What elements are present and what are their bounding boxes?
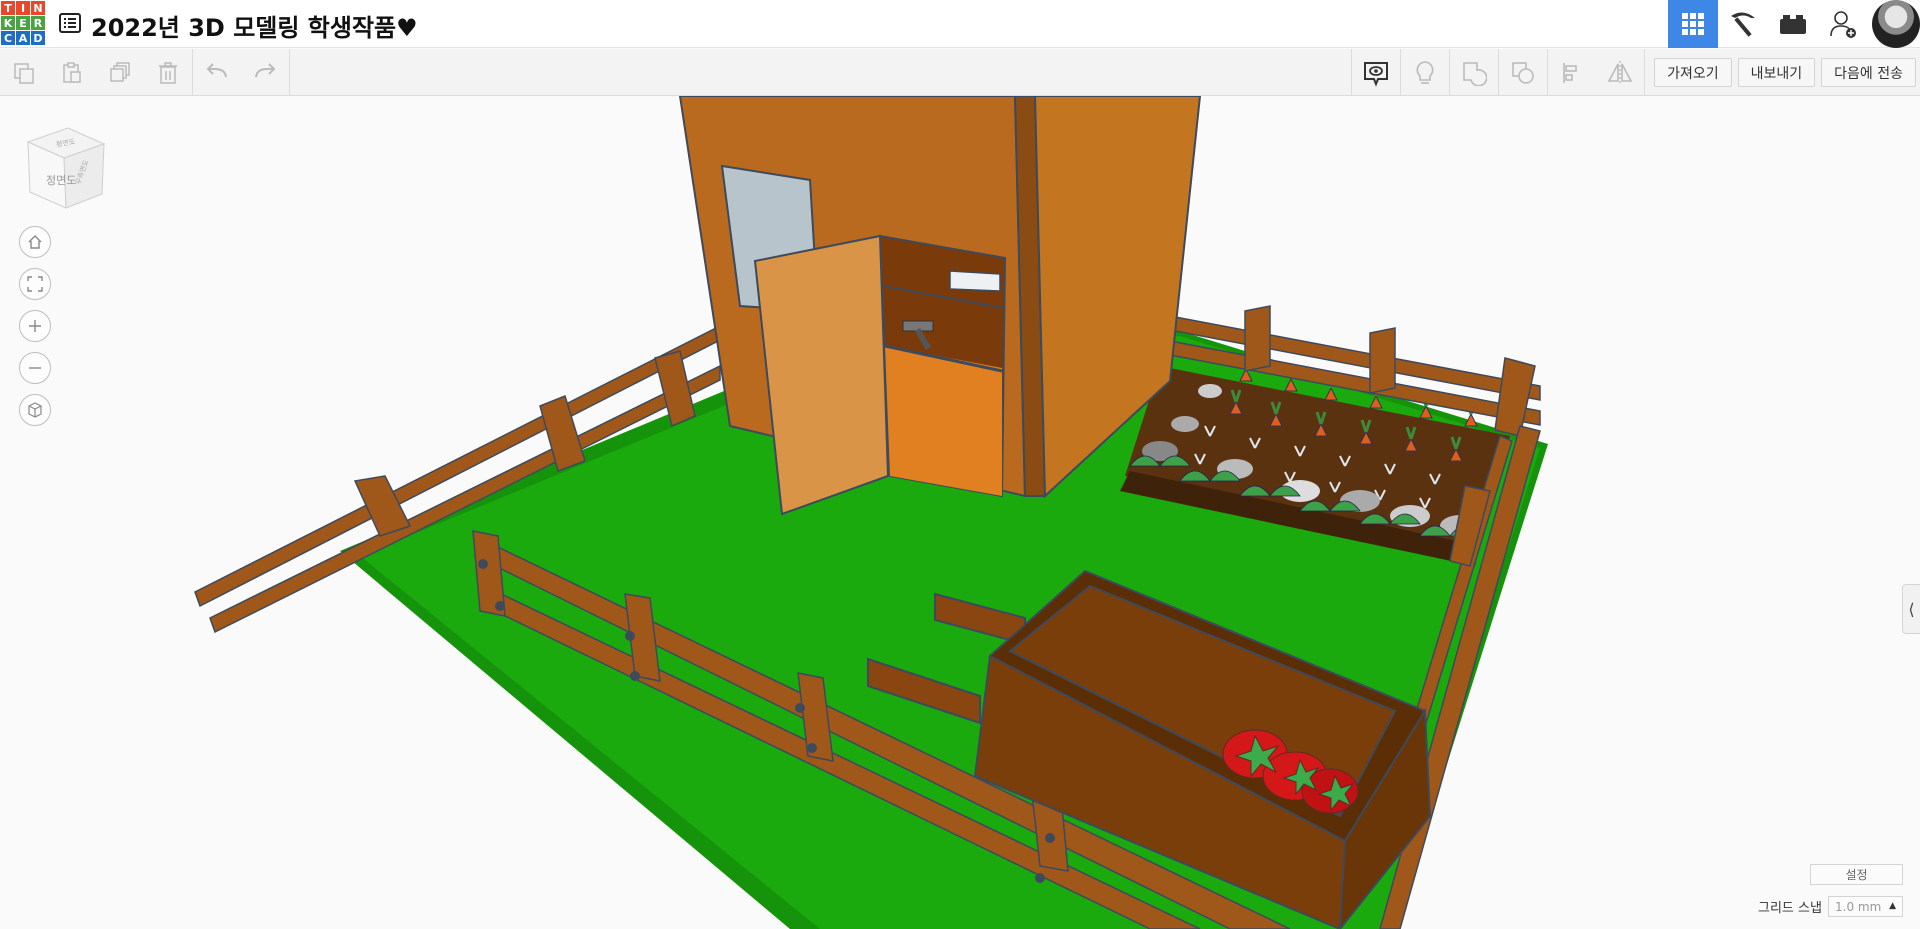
copy-button[interactable] (0, 49, 48, 96)
paste-icon (63, 61, 81, 83)
logo-letter: A (16, 31, 30, 45)
view-cube-front-label: 정면도 (46, 174, 76, 187)
pickaxe-icon (1731, 12, 1755, 37)
zoom-out-button[interactable] (19, 352, 51, 384)
perspective-button[interactable] (19, 394, 51, 426)
chevron-left-icon: ⟨ (1908, 599, 1915, 619)
trash-icon (159, 61, 177, 84)
import-button[interactable]: 가져오기 (1654, 58, 1732, 87)
group-icon (1463, 61, 1488, 86)
design-list-icon[interactable] (58, 11, 82, 35)
eye-bubble-icon (1364, 61, 1389, 87)
copy-icon (14, 62, 34, 84)
logo-letter: D (31, 31, 45, 45)
lightbulb-icon (1416, 60, 1434, 84)
project-title[interactable]: 2022년 3D 모델링 학생작품♥ (91, 8, 418, 43)
3d-scene[interactable] (0, 96, 1920, 929)
brick-icon (1780, 15, 1806, 34)
group-button[interactable] (1450, 49, 1498, 96)
toolbar-divider (289, 49, 290, 96)
redo-button[interactable] (241, 49, 289, 96)
top-bar: T I N K E R C A D 2022년 3D 모델링 학생작품♥ (0, 0, 1920, 48)
3d-view-button[interactable] (1668, 0, 1718, 48)
fit-view-icon (27, 276, 43, 292)
avatar (1872, 0, 1920, 48)
export-button[interactable]: 내보내기 (1737, 58, 1816, 87)
plus-icon (29, 320, 41, 332)
light-button[interactable] (1401, 49, 1449, 96)
paste-button[interactable] (48, 49, 96, 96)
grid-snap-value: 1.0 mm (1835, 899, 1882, 914)
profile-button[interactable] (1868, 0, 1920, 48)
tinkercad-logo[interactable]: T I N K E R C A D (0, 0, 46, 46)
invite-user-button[interactable] (1818, 0, 1868, 48)
duplicate-icon (110, 61, 130, 82)
duplicate-button[interactable] (96, 49, 144, 96)
logo-letter: T (1, 1, 15, 15)
settings-button[interactable]: 설정 (1810, 864, 1903, 885)
codeblocks-button[interactable] (1718, 0, 1768, 48)
edit-toolbar: 가져오기 내보내기 다음에 전송 (0, 49, 1920, 96)
mirror-button[interactable] (1596, 49, 1644, 96)
panel-expand-button[interactable]: ⟨ (1902, 584, 1920, 634)
toolbar-divider (1644, 49, 1646, 96)
logo-letter: I (16, 1, 30, 15)
logo-letter: R (31, 16, 45, 30)
notes-button[interactable] (1352, 49, 1400, 96)
home-icon (28, 235, 42, 249)
caret-up-icon: ▲ (1889, 901, 1896, 911)
undo-button[interactable] (193, 49, 241, 96)
minus-icon (29, 367, 41, 369)
home-view-button[interactable] (19, 226, 51, 258)
edit-tools (0, 49, 290, 96)
zoom-in-button[interactable] (19, 310, 51, 342)
ungroup-icon (1512, 61, 1534, 84)
send-to-button[interactable]: 다음에 전송 (1821, 58, 1916, 87)
undo-icon (206, 62, 227, 77)
view-cube[interactable]: 정면도 평면도 우측면도 (18, 122, 106, 210)
top-right-actions (1668, 0, 1920, 48)
ungroup-button[interactable] (1499, 49, 1547, 96)
logo-letter: N (31, 1, 45, 15)
add-user-icon (1830, 11, 1856, 38)
redo-icon (255, 62, 276, 77)
bricks-button[interactable] (1768, 0, 1818, 48)
logo-letter: K (1, 16, 15, 30)
fit-view-button[interactable] (19, 268, 51, 300)
mirror-icon (1607, 60, 1633, 85)
grid-icon (1682, 13, 1704, 35)
workplane[interactable]: 정면도 평면도 우측면도 ⟨ 설정 그리드 스냅 1.0 mm ▲ (0, 96, 1920, 929)
delete-button[interactable] (144, 49, 192, 96)
grid-snap-label: 그리드 스냅 (1758, 901, 1822, 916)
align-button[interactable] (1548, 49, 1596, 96)
tinkercad-editor: T I N K E R C A D 2022년 3D 모델링 학생작품♥ 가져오… (0, 0, 1920, 929)
cube-icon (28, 402, 42, 418)
align-icon (1563, 62, 1577, 83)
shape-tools: 가져오기 내보내기 다음에 전송 (1351, 49, 1920, 96)
grid-snap-select[interactable]: 1.0 mm ▲ (1828, 896, 1903, 917)
logo-letter: E (16, 16, 30, 30)
logo-letter: C (1, 31, 15, 45)
